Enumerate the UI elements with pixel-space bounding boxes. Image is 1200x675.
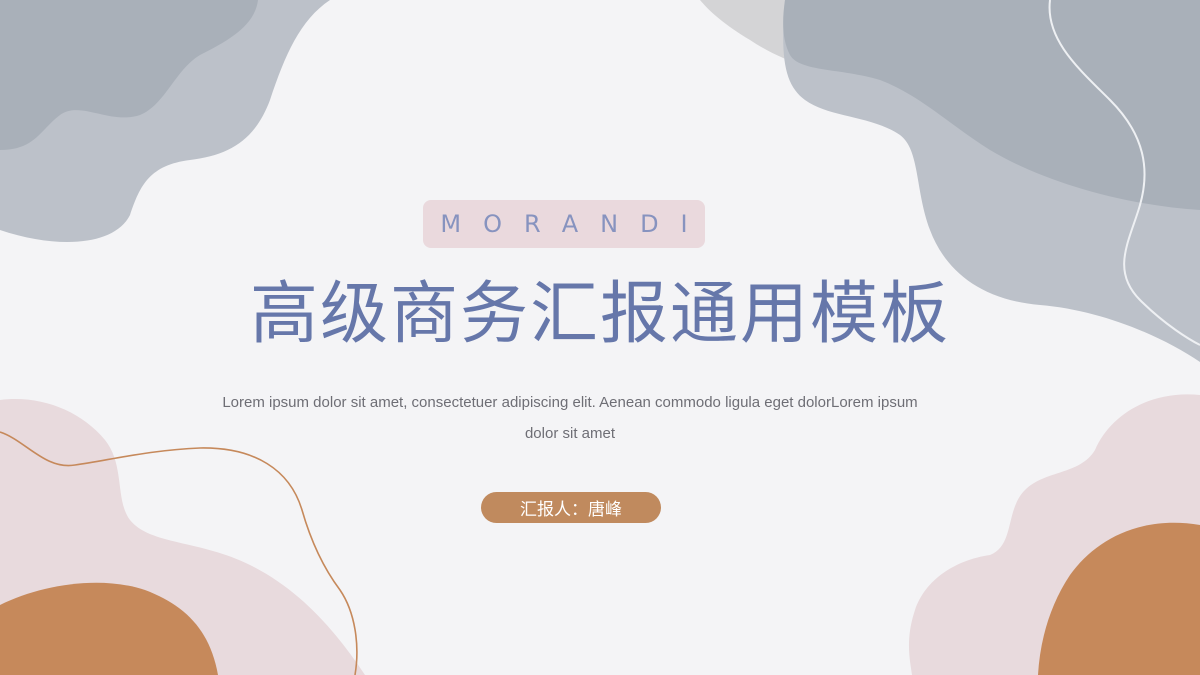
badge-text: MORANDI (440, 210, 710, 238)
presentation-slide: MORANDI 高级商务汇报通用模板 Lorem ipsum dolor sit… (0, 0, 1200, 675)
morandi-badge: MORANDI (423, 200, 705, 248)
slide-subtitle: Lorem ipsum dolor sit amet, consectetuer… (222, 394, 918, 442)
slide-title: 高级商务汇报通用模板 (249, 275, 950, 354)
reporter-label: 汇报人：唐峰 (520, 500, 622, 520)
reporter-pill: 汇报人：唐峰 (481, 492, 661, 523)
